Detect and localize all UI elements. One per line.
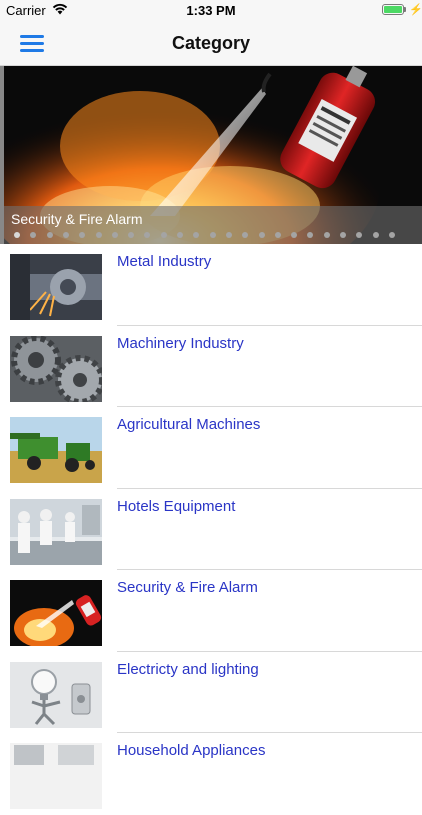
carousel-dot[interactable] <box>209 232 216 238</box>
page-title: Category <box>171 33 251 53</box>
battery-icon <box>382 4 404 15</box>
carousel-dot[interactable] <box>225 232 232 238</box>
category-label: Agricultural Machines <box>117 416 261 433</box>
category-row-electricity-lighting[interactable]: Electricty and lighting <box>0 652 422 733</box>
machinery-gears-thumbnail <box>10 335 102 402</box>
battery-tip <box>404 7 406 12</box>
category-row-household-appliances[interactable]: Household Appliances <box>0 733 422 815</box>
carousel-dot[interactable] <box>46 232 53 238</box>
category-row-machinery-industry[interactable]: Machinery Industry <box>0 326 422 407</box>
carousel-dot[interactable] <box>62 232 69 238</box>
charging-bolt-icon: ⚡ <box>409 4 422 16</box>
category-label: Hotels Equipment <box>117 497 236 515</box>
carousel-dot[interactable] <box>111 232 118 238</box>
carousel-dot[interactable] <box>274 232 281 238</box>
carousel-dot[interactable] <box>160 232 167 238</box>
banner-caption: Security & Fire Alarm <box>11 211 143 227</box>
clock-time: 1:33 PM <box>186 3 236 18</box>
fire-extinguisher-thumbnail <box>10 580 102 646</box>
category-label: Household Appliances <box>117 742 266 759</box>
navigation-bar: Category <box>0 22 422 66</box>
lightbulb-figure-thumbnail <box>10 661 102 728</box>
category-row-metal-industry[interactable]: Metal Industry <box>0 244 422 326</box>
carousel-dot[interactable] <box>95 232 102 238</box>
category-row-agricultural-machines[interactable]: Agricultural Machines <box>0 407 422 489</box>
metal-industry-thumbnail <box>10 254 102 320</box>
status-bar: Carrier 1:33 PM ⚡ <box>0 0 422 22</box>
chefs-kitchen-thumbnail <box>10 498 102 565</box>
carousel-dot[interactable] <box>177 232 183 238</box>
carousel-dot[interactable] <box>258 232 265 238</box>
category-label: Security & Fire Alarm <box>117 579 258 596</box>
carousel-dot[interactable] <box>340 232 346 238</box>
category-row-hotels-equipment[interactable]: Hotels Equipment <box>0 489 422 570</box>
carousel-dot[interactable] <box>14 232 20 238</box>
category-row-security-fire-alarm[interactable]: Security & Fire Alarm <box>0 570 422 652</box>
carousel-dot[interactable] <box>388 232 395 238</box>
category-label: Metal Industry <box>117 253 212 270</box>
carousel-dot[interactable] <box>323 232 330 238</box>
combine-harvester-thumbnail <box>10 417 102 483</box>
category-list: Metal Industry Machinery Industry Agricu… <box>0 244 422 815</box>
category-label: Electricty and lighting <box>117 660 259 678</box>
carousel-dot[interactable] <box>372 232 379 238</box>
banner-carousel[interactable]: Security & Fire Alarm <box>0 66 422 244</box>
category-label: Machinery Industry <box>117 334 244 352</box>
household-appliances-thumbnail <box>10 743 102 809</box>
